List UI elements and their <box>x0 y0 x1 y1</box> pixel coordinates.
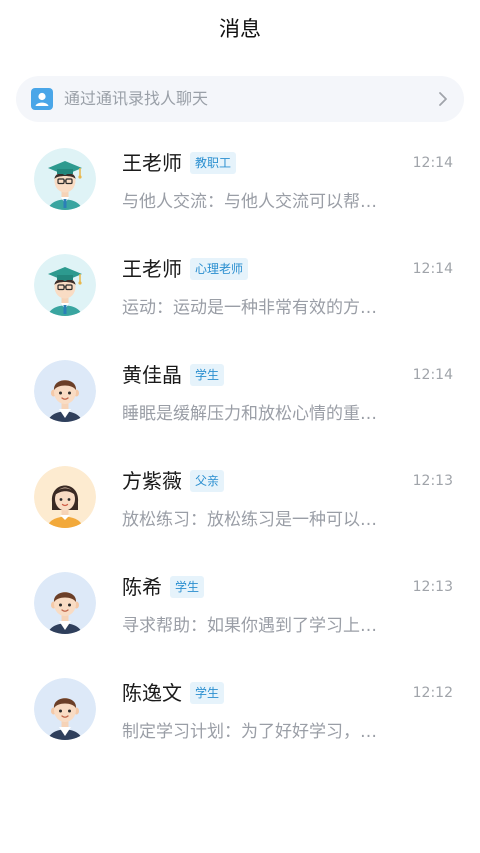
conversation-list: 王老师 教职工 12:14 与他人交流：与他人交流可以帮… 王老师 心理老师 1… <box>0 132 480 768</box>
role-badge: 父亲 <box>190 470 225 492</box>
student-avatar <box>34 360 96 422</box>
role-badge: 教职工 <box>190 152 237 174</box>
role-badge: 学生 <box>190 682 225 704</box>
contacts-search-label: 通过通讯录找人聊天 <box>64 89 209 108</box>
conversation-item[interactable]: 陈逸文 学生 12:12 制定学习计划：为了好好学习，… <box>0 662 480 768</box>
teacher-avatar <box>34 254 96 316</box>
contact-name: 方紫薇 <box>122 469 182 493</box>
message-preview: 睡眠是缓解压力和放松心情的重… <box>122 404 377 424</box>
conversation-item[interactable]: 王老师 教职工 12:14 与他人交流：与他人交流可以帮… <box>0 132 480 238</box>
conversation-item[interactable]: 方紫薇 父亲 12:13 放松练习：放松练习是一种可以… <box>0 450 480 556</box>
message-time: 12:13 <box>412 473 453 489</box>
contact-name: 陈希 <box>122 575 162 599</box>
student-avatar <box>34 572 96 634</box>
message-preview: 放松练习：放松练习是一种可以… <box>122 510 377 530</box>
page-title: 消息 <box>219 17 261 41</box>
contact-name: 王老师 <box>122 151 182 175</box>
message-time: 12:14 <box>412 367 453 383</box>
message-time: 12:14 <box>412 155 453 171</box>
role-badge: 心理老师 <box>190 258 249 280</box>
teacher-avatar <box>34 148 96 210</box>
contacts-search-bar[interactable]: 通过通讯录找人聊天 <box>16 76 464 122</box>
contact-name: 黄佳晶 <box>122 363 182 387</box>
parent-avatar <box>34 466 96 528</box>
message-preview: 运动：运动是一种非常有效的方… <box>122 298 377 318</box>
message-preview: 寻求帮助：如果你遇到了学习上… <box>122 616 377 636</box>
role-badge: 学生 <box>170 576 205 598</box>
student-avatar <box>34 678 96 740</box>
contact-name: 陈逸文 <box>122 681 182 705</box>
conversation-item[interactable]: 黄佳晶 学生 12:14 睡眠是缓解压力和放松心情的重… <box>0 344 480 450</box>
message-preview: 制定学习计划：为了好好学习，… <box>122 722 377 742</box>
chevron-right-icon <box>438 91 448 111</box>
message-preview: 与他人交流：与他人交流可以帮… <box>122 192 377 212</box>
role-badge: 学生 <box>190 364 225 386</box>
message-time: 12:12 <box>412 685 453 701</box>
message-time: 12:14 <box>412 261 453 277</box>
conversation-item[interactable]: 陈希 学生 12:13 寻求帮助：如果你遇到了学习上… <box>0 556 480 662</box>
contact-name: 王老师 <box>122 257 182 281</box>
conversation-item[interactable]: 王老师 心理老师 12:14 运动：运动是一种非常有效的方… <box>0 238 480 344</box>
message-time: 12:13 <box>412 579 453 595</box>
contact-card-icon <box>31 88 53 110</box>
